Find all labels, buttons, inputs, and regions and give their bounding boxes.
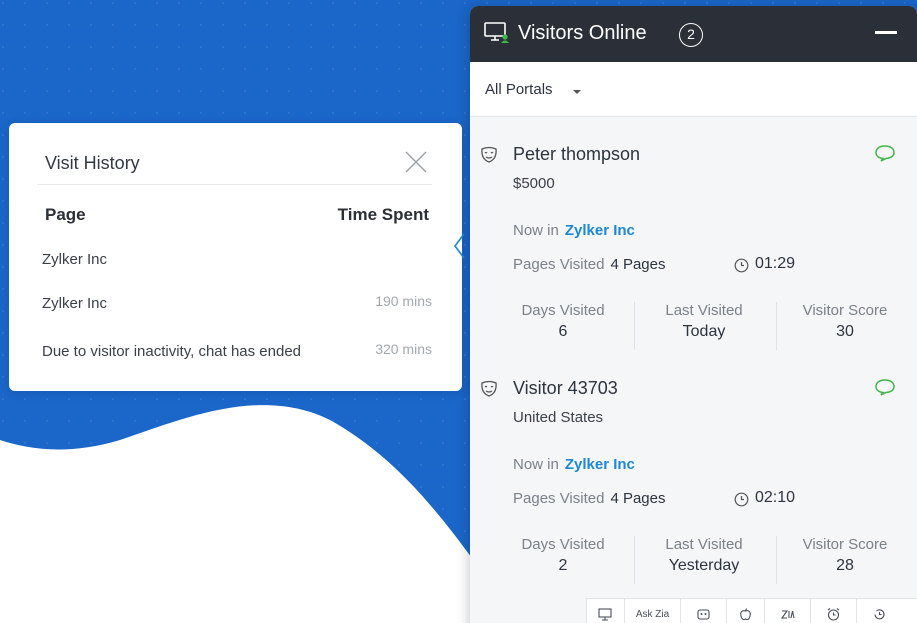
- divider: [634, 302, 635, 350]
- footer-alarm-button[interactable]: [810, 599, 856, 623]
- footer-zia-button[interactable]: [764, 599, 810, 623]
- ask-zia-button[interactable]: Ask Zia: [624, 599, 680, 623]
- now-in-label: Now in: [513, 222, 559, 239]
- now-in-link[interactable]: Zylker Inc: [565, 456, 635, 473]
- stat-label: Last Visited: [665, 302, 743, 319]
- visitor-subtitle: $5000: [513, 175, 555, 192]
- close-icon[interactable]: [403, 149, 429, 175]
- stat-label: Days Visited: [521, 536, 605, 553]
- monitor-icon: [598, 608, 612, 621]
- visit-history-card: Visit History Page Time Spent Zylker Inc…: [9, 123, 462, 391]
- visitor-card[interactable]: Visitor 43703 United States Now in Zylker…: [470, 352, 917, 588]
- panel-header: Visitors Online 2: [470, 6, 917, 62]
- pages-visited-value: 4 Pages: [610, 256, 666, 273]
- visitor-count-badge: 2: [679, 23, 703, 47]
- visitor-subtitle: United States: [513, 409, 604, 426]
- stat-value: 2: [558, 557, 568, 574]
- stat-label: Visitor Score: [802, 536, 888, 553]
- chat-icon[interactable]: [874, 378, 896, 396]
- history-icon: [874, 609, 885, 620]
- time-on-site: 02:10: [755, 489, 796, 506]
- divider: [776, 302, 777, 350]
- monitor-icon: [484, 22, 509, 43]
- page-cell: Due to visitor inactivity, chat has ende…: [42, 343, 302, 360]
- page-cell: Zylker Inc: [42, 295, 108, 312]
- portal-filter-bar: All Portals: [470, 62, 917, 117]
- footer-bot-button[interactable]: [680, 599, 726, 623]
- stat-label: Last Visited: [665, 536, 743, 553]
- stat-value: 30: [836, 323, 854, 340]
- footer-apple-button[interactable]: [726, 599, 764, 623]
- pages-visited-label: Pages Visited: [513, 490, 605, 507]
- divider: [776, 536, 777, 584]
- alarm-icon: [827, 608, 840, 621]
- clock-icon: [734, 258, 749, 273]
- column-header-time-spent: Time Spent: [337, 205, 429, 224]
- visitor-name[interactable]: Peter thompson: [513, 144, 640, 165]
- clock-icon: [734, 492, 749, 507]
- stat-last-visited: Last Visited Yesterday: [639, 536, 769, 575]
- visitor-mask-icon: [481, 146, 497, 163]
- visit-history-title: Visit History: [45, 153, 140, 173]
- pages-visited-row: Pages Visited 4 Pages: [513, 490, 666, 507]
- stat-label: Visitor Score: [802, 302, 888, 319]
- time-cell: 190 mins: [375, 293, 432, 309]
- bot-icon: [697, 609, 710, 620]
- page-cell: Zylker Inc: [42, 251, 108, 268]
- stat-value: Yesterday: [668, 557, 740, 574]
- time-on-site: 01:29: [755, 255, 796, 272]
- divider: [37, 184, 432, 185]
- stat-days-visited: Days Visited 2: [498, 536, 628, 575]
- chat-icon[interactable]: [874, 144, 896, 162]
- footer-history-button[interactable]: [856, 599, 902, 623]
- visitor-mask-icon: [481, 380, 497, 397]
- stat-visitor-score: Visitor Score 28: [780, 536, 910, 575]
- pages-visited-label: Pages Visited: [513, 256, 605, 273]
- visitor-name[interactable]: Visitor 43703: [513, 378, 618, 399]
- apple-icon: [740, 608, 751, 621]
- time-cell: 320 mins: [375, 341, 432, 357]
- visitor-stats: Days Visited 2 Last Visited Yesterday Vi…: [498, 536, 908, 592]
- footer-monitor-button[interactable]: [586, 599, 624, 623]
- minimize-button[interactable]: [875, 31, 897, 34]
- panel-title: Visitors Online: [518, 22, 647, 44]
- divider: [634, 536, 635, 584]
- stat-days-visited: Days Visited 6: [498, 302, 628, 341]
- stat-last-visited: Last Visited Today: [639, 302, 769, 341]
- zia-icon: [780, 610, 795, 619]
- now-in-link[interactable]: Zylker Inc: [565, 222, 635, 239]
- stat-value: 28: [836, 557, 854, 574]
- footer-toolbar: Ask Zia: [586, 598, 917, 623]
- visitor-stats: Days Visited 6 Last Visited Today Visito…: [498, 302, 908, 358]
- portal-filter-dropdown[interactable]: All Portals: [485, 81, 553, 98]
- now-in-label: Now in: [513, 456, 559, 473]
- pages-visited-row: Pages Visited 4 Pages: [513, 256, 666, 273]
- pointer-arrow-icon: [454, 233, 465, 259]
- ask-zia-label: Ask Zia: [635, 609, 670, 620]
- now-in-row: Now in Zylker Inc: [513, 456, 635, 473]
- chevron-down-icon[interactable]: [573, 90, 581, 94]
- stat-label: Days Visited: [521, 302, 605, 319]
- stat-value: Today: [682, 323, 726, 340]
- stat-visitor-score: Visitor Score 30: [780, 302, 910, 341]
- stat-value: 6: [558, 323, 568, 340]
- now-in-row: Now in Zylker Inc: [513, 222, 635, 239]
- pages-visited-value: 4 Pages: [610, 490, 666, 507]
- visitors-online-panel: Visitors Online 2 All Portals Peter thom…: [470, 6, 917, 623]
- visitor-card[interactable]: Peter thompson $5000 Now in Zylker Inc Pa…: [470, 118, 917, 354]
- column-header-page: Page: [45, 205, 86, 224]
